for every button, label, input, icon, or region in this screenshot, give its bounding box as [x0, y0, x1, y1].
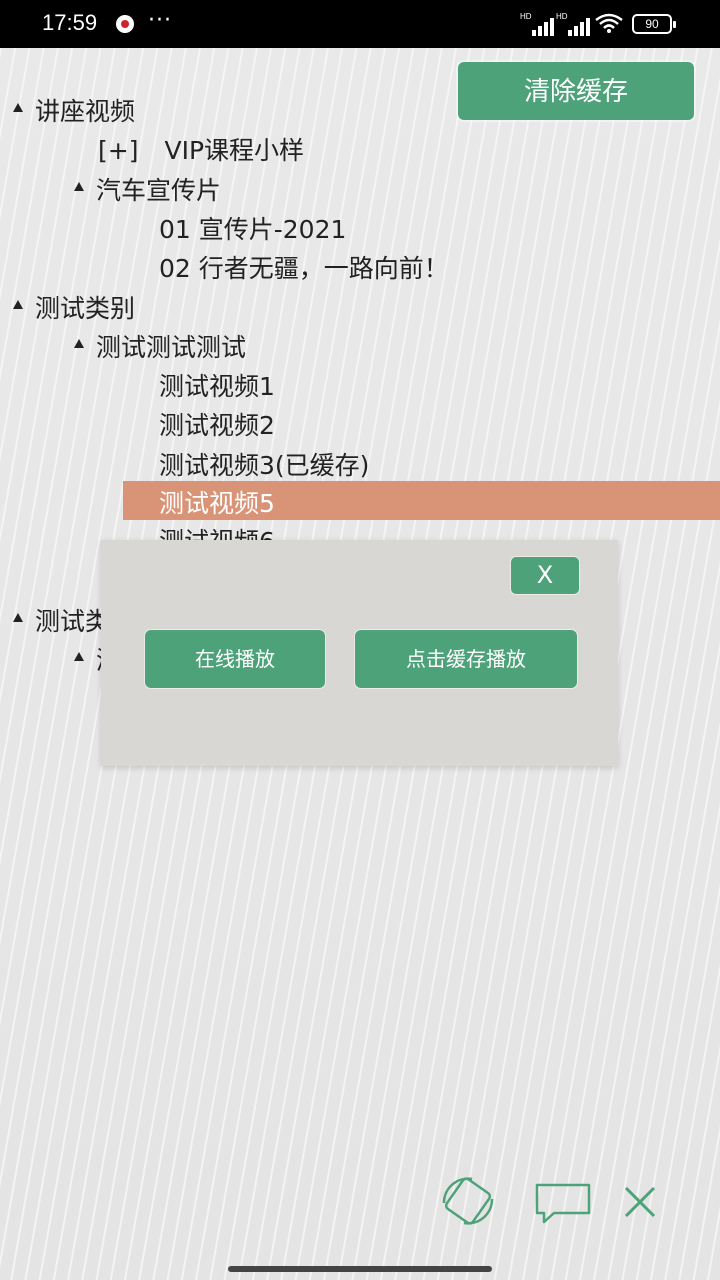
signal-hd-label: HD — [556, 12, 568, 21]
status-time: 17:59 — [42, 10, 98, 35]
more-notifications-icon: ··· — [148, 8, 172, 33]
tree-subgroup-label: 汽车宣传片 — [96, 176, 222, 205]
tree-subgroup-car-promo[interactable]: 汽车宣传片 — [74, 171, 221, 207]
tree-subgroup-label: 测试测试测试 — [96, 333, 247, 362]
tree-leaf-item[interactable]: 01 宣传片-2021 — [159, 210, 346, 246]
tree-leaf-item[interactable]: 测试视频3(已缓存) — [159, 446, 369, 482]
tree-leaf-label: 测试视频5 — [159, 489, 275, 518]
tree-leaf-label: 测试视频3(已缓存) — [159, 451, 370, 480]
play-options-dialog: X 在线播放 点击缓存播放 — [101, 540, 618, 766]
battery-icon: 90 — [632, 14, 676, 34]
cache-play-button[interactable]: 点击缓存播放 — [355, 630, 577, 688]
status-bar: 17:59 ··· HD HD 90 — [0, 0, 720, 48]
tree-group-test-category[interactable]: 测试类别 — [13, 289, 135, 325]
collapsed-marker[interactable]: [+] — [98, 136, 138, 165]
tree-leaf-item[interactable]: 测试视频1 — [159, 367, 275, 403]
tree-group-label: 测试类 — [35, 607, 111, 636]
tree-group-lecture-videos[interactable]: 讲座视频 — [13, 92, 135, 128]
record-indicator-icon — [116, 15, 134, 33]
expand-triangle-icon[interactable] — [74, 651, 84, 661]
online-play-button[interactable]: 在线播放 — [145, 630, 325, 688]
expand-triangle-icon[interactable] — [74, 181, 84, 191]
tree-group-test-class[interactable]: 测试类 — [13, 602, 110, 638]
tree-item-label: VIP课程小样 — [164, 136, 305, 165]
dialog-close-button[interactable]: X — [511, 557, 579, 594]
tree-leaf-item[interactable]: 测试视频2 — [159, 406, 275, 442]
expand-triangle-icon[interactable] — [13, 102, 23, 112]
tree-leaf-label: 测试视频6 — [159, 527, 275, 540]
tree-group-label: 讲座视频 — [35, 97, 136, 126]
tree-group-label: 测试类别 — [35, 294, 136, 323]
wifi-icon — [595, 13, 623, 33]
chat-icon[interactable] — [534, 1182, 592, 1224]
tree-subgroup-test[interactable]: 测试测试测试 — [74, 328, 246, 364]
tree-leaf-item-selected[interactable]: 测试视频5 — [123, 481, 720, 520]
expand-triangle-icon[interactable] — [74, 338, 84, 348]
rotate-screen-icon[interactable] — [438, 1175, 498, 1227]
tree-item-vip-course[interactable]: [+] VIP课程小样 — [98, 131, 304, 167]
tree-leaf-label: 01 宣传片-2021 — [159, 215, 347, 244]
tree-leaf-label: 02 行者无疆，一路向前！ — [159, 254, 449, 283]
signal-hd-label: HD — [520, 12, 532, 21]
signal-icon: HD — [520, 12, 556, 36]
expand-triangle-icon[interactable] — [13, 612, 23, 622]
tree-leaf-label: 测试视频1 — [159, 372, 275, 401]
tree-leaf-label: 测试视频2 — [159, 411, 275, 440]
close-icon[interactable] — [622, 1184, 658, 1220]
tree-leaf-item[interactable]: 02 行者无疆，一路向前！ — [159, 249, 449, 285]
clear-cache-button[interactable]: 清除缓存 — [458, 62, 694, 120]
expand-triangle-icon[interactable] — [13, 299, 23, 309]
signal-icon: HD — [556, 12, 592, 36]
tree-leaf-item[interactable]: 测试视频6 — [159, 522, 275, 540]
home-indicator[interactable] — [228, 1266, 492, 1272]
